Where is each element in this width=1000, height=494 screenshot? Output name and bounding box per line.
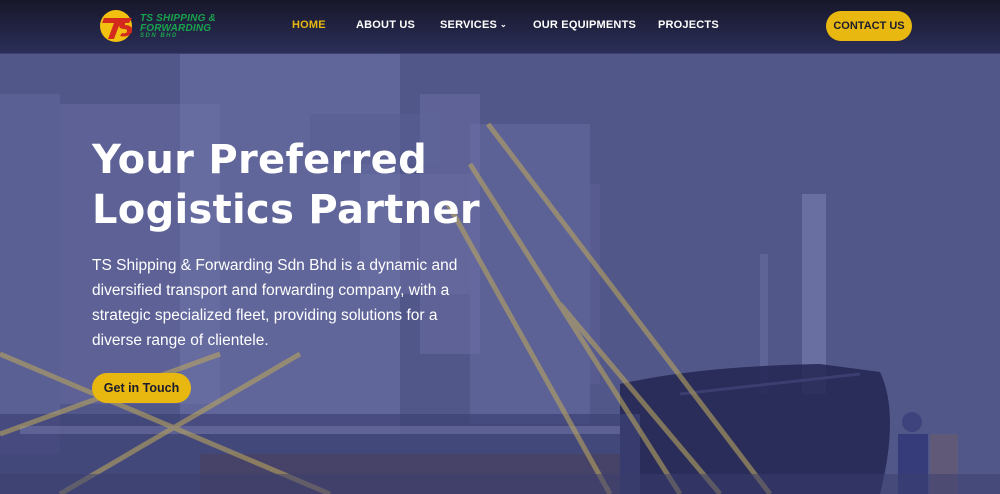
ts-logo-mark-icon — [100, 10, 133, 42]
get-in-touch-button[interactable]: Get in Touch — [92, 373, 191, 403]
site-header: TS SHIPPING & FORWARDING SDN BHD HOME AB… — [0, 0, 1000, 54]
hero-title-line2: Logistics Partner — [92, 187, 480, 233]
nav-home[interactable]: HOME — [292, 19, 326, 31]
brand-name-line3: SDN BHD — [140, 33, 178, 39]
hero-title-line1: Your Preferred — [92, 137, 428, 183]
contact-us-button[interactable]: CONTACT US — [826, 11, 912, 41]
nav-projects-label: PROJECTS — [658, 19, 719, 31]
nav-home-label: HOME — [292, 19, 326, 31]
nav-services[interactable]: SERVICES ⌄ — [440, 19, 507, 31]
nav-about-us[interactable]: ABOUT US — [356, 19, 415, 31]
hero-section: Your Preferred Logistics Partner TS Ship… — [0, 54, 1000, 494]
nav-projects[interactable]: PROJECTS — [658, 19, 719, 31]
nav-about-us-label: ABOUT US — [356, 19, 416, 31]
hero-description: TS Shipping & Forwarding Sdn Bhd is a dy… — [92, 257, 458, 349]
chevron-down-icon: ⌄ — [500, 20, 507, 29]
nav-our-equipments[interactable]: OUR EQUIPMENTS — [533, 19, 636, 31]
hero-title: Your Preferred Logistics Partner — [92, 135, 532, 235]
nav-services-label: SERVICES — [440, 19, 498, 31]
nav-our-equipments-label: OUR EQUIPMENTS — [533, 19, 637, 31]
brand-logo[interactable]: TS SHIPPING & FORWARDING SDN BHD — [98, 8, 228, 44]
